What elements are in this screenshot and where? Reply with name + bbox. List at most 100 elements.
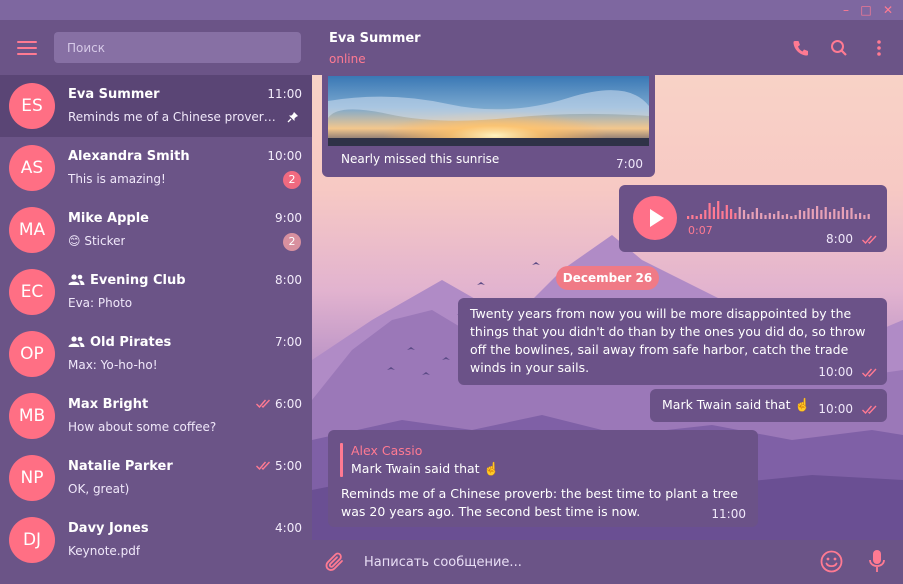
chat-time: 4:00 [275, 521, 302, 535]
unread-badge: 2 [283, 233, 301, 251]
photo-caption: Nearly missed this sunrise [341, 152, 500, 166]
sunrise-photo[interactable] [328, 76, 649, 146]
chat-time-text: 5:00 [275, 459, 302, 473]
avatar: EC [9, 269, 55, 315]
chat-name: Eva Summer [68, 87, 160, 102]
chat-header: Eva Summer online [312, 20, 903, 75]
chat-time: 11:00 [267, 87, 302, 101]
chat-list-item[interactable]: ES Eva Summer 11:00 Reminds me of a Chin… [0, 75, 312, 137]
outgoing-message[interactable]: Mark Twain said that ☝️ 10:00 [650, 389, 887, 422]
search-input[interactable] [54, 32, 301, 63]
hamburger-icon[interactable] [17, 41, 37, 55]
chat-list-item[interactable]: MB Max Bright 6:00 How about some coffee… [0, 385, 312, 447]
waveform-bar [764, 215, 767, 219]
chat-list-item[interactable]: MA Mike Apple 9:00 😊 Sticker 2 [0, 199, 312, 261]
message-time: 7:00 [616, 157, 643, 171]
reply-author[interactable]: Alex Cassio [351, 443, 422, 458]
chat-list-item[interactable]: DJ Davy Jones 4:00 Keynote.pdf [0, 509, 312, 571]
waveform-bar [781, 215, 784, 219]
chat-preview: Keynote.pdf [68, 544, 141, 558]
chat-time: 6:00 [256, 397, 302, 411]
search-icon[interactable] [830, 39, 848, 57]
chat-name: Evening Club [68, 273, 186, 288]
chat-list-sidebar: ES Eva Summer 11:00 Reminds me of a Chin… [0, 20, 312, 584]
incoming-message[interactable]: Alex Cassio Mark Twain said that ☝️ Remi… [328, 430, 758, 527]
chat-name-text: Evening Club [90, 273, 186, 288]
reply-quote-text: Mark Twain said that ☝️ [351, 461, 500, 476]
chat-panel: Eva Summer online Nearly missed this sun… [312, 20, 903, 584]
waveform-bar [820, 210, 823, 219]
waveform-bar [699, 214, 703, 219]
pin-icon [287, 112, 298, 123]
close-button[interactable]: ✕ [880, 2, 896, 18]
message-input[interactable] [364, 548, 804, 576]
double-check-icon [862, 368, 877, 377]
double-check-icon [862, 235, 877, 244]
message-time: 8:00 [826, 232, 853, 246]
phone-icon[interactable] [792, 39, 810, 57]
waveform-bar [691, 215, 694, 219]
reply-bar [340, 443, 343, 477]
waveform-bar [760, 213, 763, 219]
message-time: 10:00 [818, 365, 853, 379]
waveform-bar [833, 209, 836, 219]
chat-preview: This is amazing! [68, 172, 166, 186]
chat-time-text: 6:00 [275, 397, 302, 411]
waveform-bar [816, 206, 819, 219]
chat-list-item[interactable]: AS Alexandra Smith 10:00 This is amazing… [0, 137, 312, 199]
chat-time: 10:00 [267, 149, 302, 163]
chat-title[interactable]: Eva Summer [329, 31, 421, 46]
voice-message[interactable]: 0:07 8:00 [619, 185, 887, 252]
chat-list-item[interactable]: OP Old Pirates 7:00 Max: Yo-ho-ho! [0, 323, 312, 385]
waveform-bar [846, 210, 849, 219]
chat-preview: OK, great) [68, 482, 130, 496]
photo-message[interactable]: Nearly missed this sunrise 7:00 [322, 70, 655, 177]
play-button[interactable] [633, 196, 677, 240]
avatar: AS [9, 145, 55, 191]
chat-list-item[interactable]: EC Evening Club 8:00 Eva: Photo [0, 261, 312, 323]
title-bar: – □ ✕ [0, 0, 903, 20]
waveform-bar [751, 212, 754, 219]
waveform-bar [717, 201, 720, 219]
minimize-button[interactable]: – [838, 2, 854, 18]
waveform-bar [738, 207, 741, 219]
paperclip-icon[interactable] [324, 551, 346, 573]
chat-name: Alexandra Smith [68, 149, 190, 164]
waveform-bar [687, 216, 690, 219]
waveform-bar [794, 215, 797, 219]
waveform-bar [755, 208, 758, 219]
group-icon [68, 274, 85, 285]
waveform-bar [854, 214, 857, 219]
message-time: 11:00 [711, 507, 746, 521]
voice-waveform[interactable] [687, 199, 873, 221]
waveform-bar [725, 205, 728, 219]
waveform-bar [747, 214, 750, 219]
waveform-bar [773, 214, 776, 219]
chat-list-item[interactable]: NP Natalie Parker 5:00 OK, great) [0, 447, 312, 509]
double-check-icon [256, 461, 271, 470]
chat-name: Natalie Parker [68, 459, 173, 474]
avatar: OP [9, 331, 55, 377]
more-vertical-icon[interactable] [870, 39, 888, 57]
waveform-bar [841, 207, 844, 219]
maximize-button[interactable]: □ [858, 2, 874, 18]
waveform-bar [828, 212, 832, 219]
avatar: NP [9, 455, 55, 501]
outgoing-message[interactable]: Twenty years from now you will be more d… [458, 298, 887, 385]
microphone-icon[interactable] [868, 549, 886, 574]
waveform-bar [811, 209, 814, 219]
waveform-bar [807, 208, 810, 219]
avatar: MB [9, 393, 55, 439]
avatar: DJ [9, 517, 55, 563]
waveform-bar [785, 214, 789, 219]
unread-badge: 2 [283, 171, 301, 189]
waveform-bar [824, 207, 827, 219]
chat-name: Davy Jones [68, 521, 149, 536]
waveform-bar [730, 209, 733, 219]
emoji-icon[interactable] [820, 550, 843, 573]
chat-time: 7:00 [275, 335, 302, 349]
play-icon [650, 209, 664, 227]
waveform-bar [734, 213, 737, 219]
waveform-bar [777, 211, 780, 219]
double-check-icon [256, 399, 271, 408]
